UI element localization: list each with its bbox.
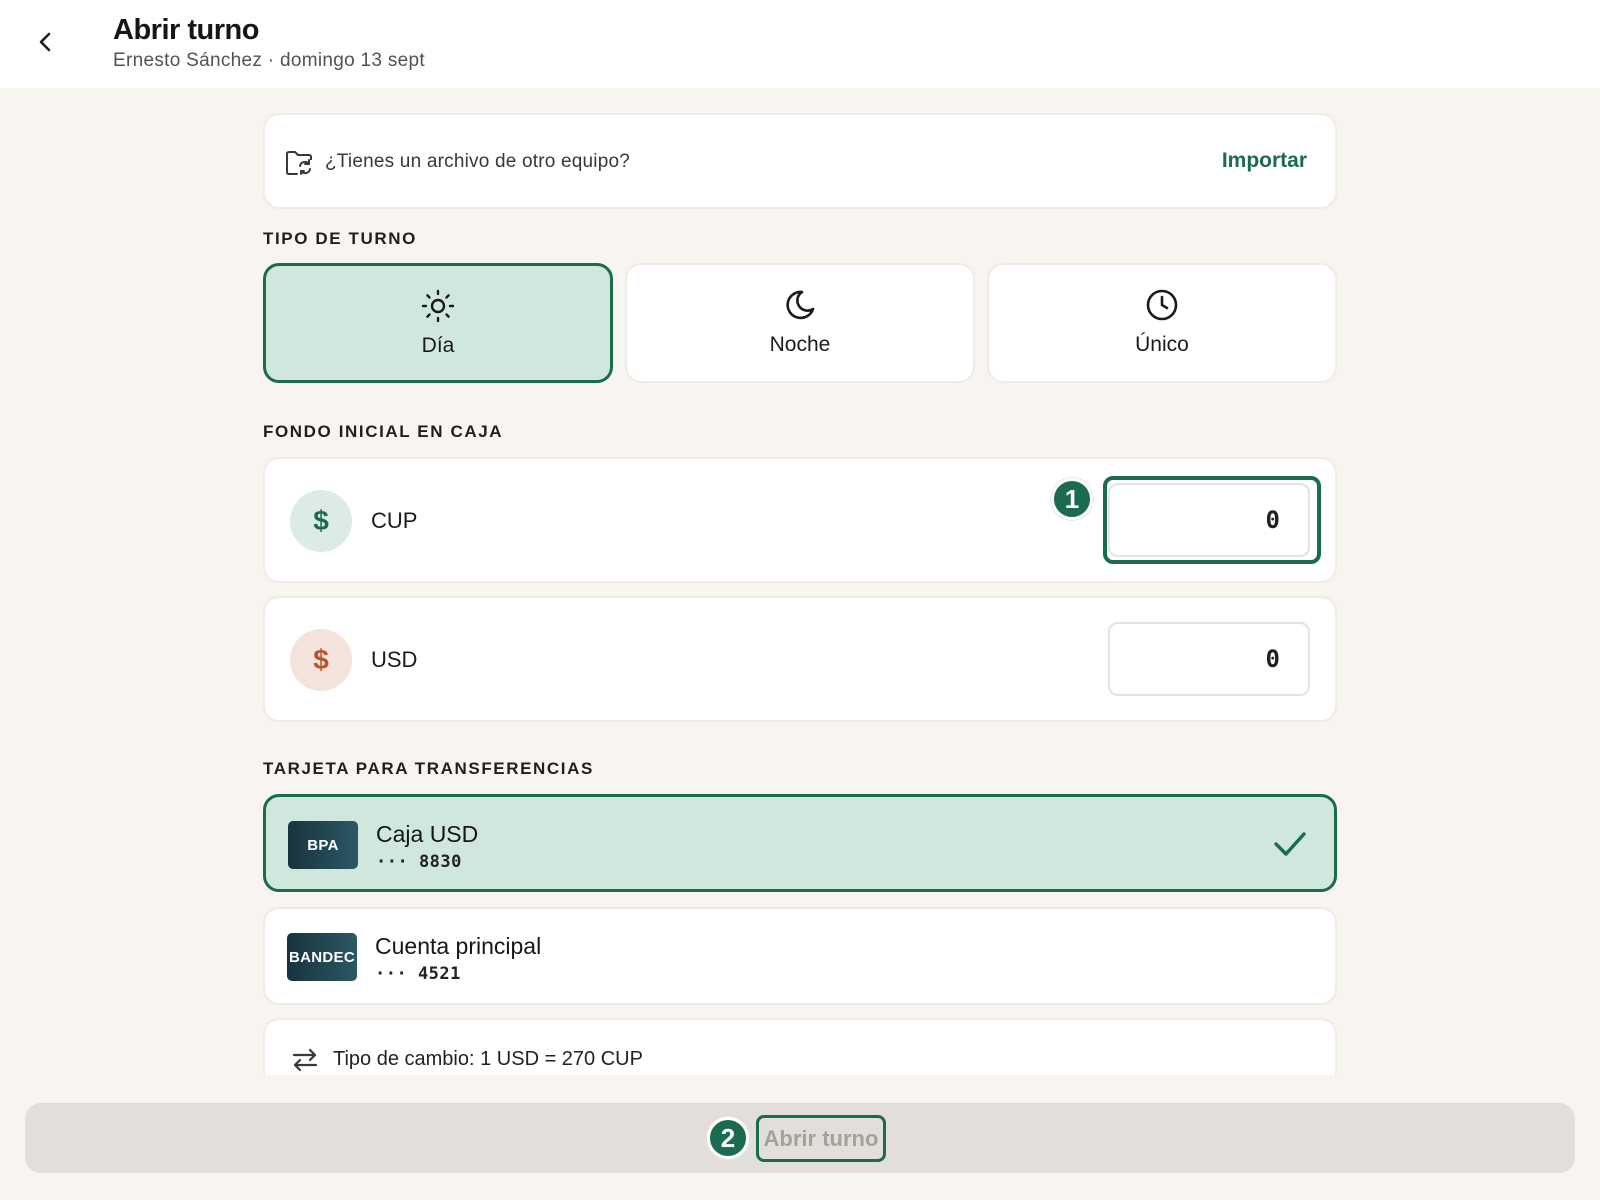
shift-option-dia[interactable]: Día xyxy=(263,263,613,383)
shift-label-dia: Día xyxy=(421,334,455,357)
bank-account-name: Cuenta principal xyxy=(375,933,542,959)
shift-label-noche: Noche xyxy=(769,333,831,356)
page-title: Abrir turno xyxy=(113,14,259,46)
moon-icon xyxy=(786,290,815,320)
bank-account-name: Caja USD xyxy=(376,821,479,847)
currency-label-usd: USD xyxy=(371,647,418,672)
exchange-rate-card: Tipo de cambio: 1 USD = 270 CUP xyxy=(263,1018,1337,1075)
dollar-icon: $ xyxy=(290,629,352,691)
shift-type-label: TIPO DE TURNO xyxy=(263,229,417,248)
transfer-card-label: TARJETA PARA TRANSFERENCIAS xyxy=(263,759,594,778)
bank-logo-bandec: BANDEC xyxy=(287,933,357,981)
bank-account-number: ··· 8830 xyxy=(376,852,462,872)
bank-card-bpa[interactable]: BPA Caja USD ··· 8830 xyxy=(263,794,1337,892)
exchange-rate-text: Tipo de cambio: 1 USD = 270 CUP xyxy=(333,1048,643,1070)
chevron-left-icon xyxy=(39,32,51,52)
check-icon xyxy=(1274,832,1306,856)
fund-row-cup: $ CUP xyxy=(263,457,1337,583)
usd-amount-input[interactable] xyxy=(1108,622,1310,696)
bank-account-number: ··· 4521 xyxy=(375,964,461,984)
bank-logo-bpa: BPA xyxy=(288,821,358,869)
swap-arrows-icon xyxy=(292,1048,318,1072)
import-card: ¿Tienes un archivo de otro equipo? Impor… xyxy=(263,113,1337,209)
page-subtitle: Ernesto Sánchez · domingo 13 sept xyxy=(113,50,425,71)
open-shift-button[interactable]: Abrir turno xyxy=(756,1115,886,1162)
app-header: Abrir turno Ernesto Sánchez · domingo 13… xyxy=(0,0,1600,88)
annotation-badge-1: 1 xyxy=(1051,478,1093,520)
shift-label-unico: Único xyxy=(1135,333,1189,356)
shift-option-unico[interactable]: Único xyxy=(987,263,1337,383)
sun-icon xyxy=(421,289,455,323)
back-button[interactable] xyxy=(28,24,64,60)
import-question: ¿Tienes un archivo de otro equipo? xyxy=(325,151,631,172)
import-button[interactable]: Importar xyxy=(1222,149,1307,173)
fund-row-usd: $ USD xyxy=(263,596,1337,722)
shift-option-noche[interactable]: Noche xyxy=(625,263,975,383)
currency-label-cup: CUP xyxy=(371,508,418,533)
main-content[interactable]: ¿Tienes un archivo de otro equipo? Impor… xyxy=(263,113,1337,1075)
cup-amount-input[interactable] xyxy=(1108,483,1310,557)
clock-icon xyxy=(1146,289,1178,321)
initial-fund-label: FONDO INICIAL EN CAJA xyxy=(263,422,504,441)
bank-card-bandec[interactable]: BANDEC Cuenta principal ··· 4521 xyxy=(263,907,1337,1005)
folder-sync-icon xyxy=(286,151,312,175)
dollar-icon: $ xyxy=(290,490,352,552)
annotation-badge-2: 2 xyxy=(707,1117,749,1159)
